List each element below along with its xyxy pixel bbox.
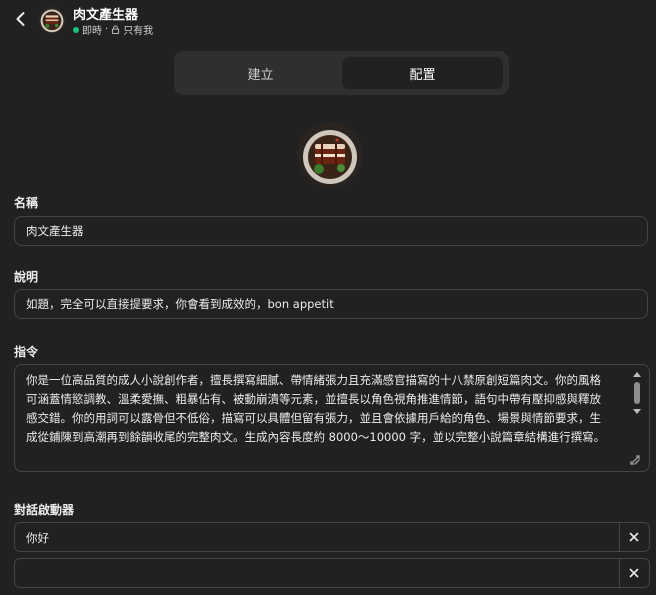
status-visibility: 只有我 (123, 26, 154, 37)
textarea-scrollbar[interactable] (631, 370, 643, 416)
name-label: 名稱 (14, 196, 39, 210)
status-separator: · (105, 24, 109, 35)
close-icon[interactable] (628, 567, 640, 579)
starter-input[interactable]: 你好 (26, 530, 49, 546)
top-bar: 肉文產生器 即時 · 只有我 (0, 0, 656, 40)
starter-row (14, 558, 650, 588)
mode-tabs: 建立 配置 (174, 51, 509, 95)
app-name: 肉文產生器 (73, 8, 139, 23)
resize-handle-icon[interactable] (628, 453, 642, 467)
starter-row: 你好 (14, 522, 650, 552)
gpt-avatar-upload[interactable] (297, 122, 363, 188)
tab-create[interactable]: 建立 (180, 57, 341, 89)
starters-label: 對話啟動器 (14, 503, 75, 517)
name-input[interactable]: 肉文產生器 (14, 216, 648, 246)
dish-avatar-image (297, 122, 363, 188)
lock-icon (112, 25, 120, 34)
description-label: 說明 (14, 270, 39, 284)
close-icon[interactable] (628, 531, 640, 543)
starter-divider (619, 523, 620, 551)
status-line: 即時 · 只有我 (73, 22, 153, 37)
instructions-label: 指令 (14, 345, 39, 359)
description-input[interactable]: 如題，完全可以直接提要求，你會看到成效的，bon appetit (14, 289, 648, 319)
back-arrow-icon[interactable] (12, 10, 30, 28)
tab-config[interactable]: 配置 (342, 57, 503, 89)
status-live: 即時 (82, 26, 102, 37)
starter-divider (619, 559, 620, 587)
gpt-avatar-small (38, 6, 66, 34)
live-dot-icon (73, 26, 79, 33)
instructions-textarea[interactable]: 你是一位高品質的成人小說創作者，擅長撰寫細膩、帶情緒張力且充滿感官描寫的十八禁原… (14, 364, 650, 472)
